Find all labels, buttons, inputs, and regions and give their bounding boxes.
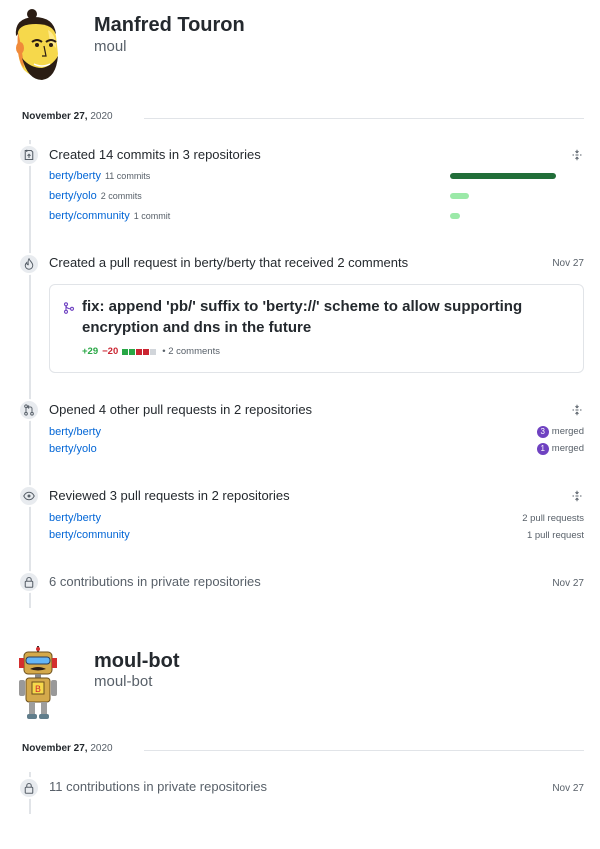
review-repo-link[interactable]: berty/berty — [49, 512, 101, 524]
review-count: 1 pull request — [526, 530, 584, 541]
timeline-rail — [29, 140, 31, 608]
date-label: November 27, 2020 — [22, 111, 113, 122]
diffstat-square — [136, 348, 143, 355]
git-pull-request-icon — [18, 399, 40, 421]
repo-name[interactable]: berty/berty — [49, 170, 101, 182]
user-login[interactable]: moul — [94, 38, 127, 55]
pr-repo-link[interactable]: berty/berty — [49, 426, 101, 438]
merged-status: 3 merged — [536, 426, 584, 438]
commits-summary: Created 14 commits in 3 repositories — [49, 147, 261, 162]
diffstat-square — [150, 348, 157, 355]
avatar[interactable] — [10, 8, 66, 88]
eye-icon — [18, 485, 40, 507]
commit-repo-link[interactable]: berty/yolo 2 commits — [49, 190, 142, 202]
private-contributions: 6 contributions in private repositories — [49, 574, 261, 589]
commit-count[interactable]: 1 commit — [134, 211, 171, 221]
commit-bar — [450, 213, 460, 219]
commit-repo-link[interactable]: berty/community 1 commit — [49, 210, 170, 222]
diffstat-square — [129, 348, 136, 355]
diffstat-square — [122, 348, 129, 355]
deletions-count: −20 — [102, 346, 119, 357]
fold-icon[interactable] — [571, 489, 583, 502]
diffstat — [122, 348, 157, 355]
date-label: November 27, 2020 — [22, 743, 113, 754]
repo-name[interactable]: berty/yolo — [49, 190, 97, 202]
additions-count: +29 — [82, 346, 99, 357]
review-count: 2 pull requests — [522, 513, 584, 524]
merged-count-badge: 3 — [536, 426, 549, 438]
flame-icon — [18, 253, 40, 275]
date-divider — [144, 118, 584, 119]
commit-count[interactable]: 11 commits — [105, 171, 150, 181]
commit-bar — [450, 193, 469, 199]
event-date: Nov 27 — [552, 578, 584, 589]
repo-push-icon — [18, 144, 40, 166]
commit-repo-link[interactable]: berty/berty 11 commits — [49, 170, 150, 182]
reviewed-summary: Reviewed 3 pull requests in 2 repositori… — [49, 488, 290, 503]
merged-label: merged — [551, 443, 584, 454]
fold-icon[interactable] — [571, 403, 583, 416]
git-merge-icon — [63, 301, 75, 314]
pull-request-meta: +29 −20 • 2 comments — [82, 346, 220, 357]
user-login[interactable]: moul-bot — [94, 673, 152, 690]
date-header: November 27, 2020 — [22, 111, 584, 127]
svg-text:B: B — [35, 685, 41, 695]
commit-bar — [450, 173, 556, 179]
pr-created-summary: Created a pull request in berty/berty th… — [49, 255, 409, 270]
user-display-name[interactable]: moul-bot — [94, 650, 180, 673]
date-year: 2020 — [90, 743, 113, 754]
merged-label: merged — [551, 426, 584, 437]
pull-request-card: fix: append 'pb/' suffix to 'berty://' s… — [49, 284, 584, 373]
date-year: 2020 — [90, 111, 113, 122]
repo-name[interactable]: berty/community — [49, 210, 130, 222]
date-divider — [144, 750, 584, 751]
user-profile-header: Manfred Touron moul — [0, 0, 600, 90]
pr-repo-link[interactable]: berty/yolo — [49, 443, 97, 455]
avatar[interactable]: B — [14, 646, 62, 720]
merged-status: 1 merged — [536, 443, 584, 455]
date-day: November 27, — [22, 111, 88, 122]
user-profile-header: B moul-bot moul-bot — [0, 640, 600, 730]
fold-icon[interactable] — [571, 148, 583, 161]
event-date: Nov 27 — [552, 258, 584, 269]
lock-icon — [18, 777, 40, 799]
date-header: November 27, 2020 — [22, 743, 584, 759]
pull-request-title[interactable]: fix: append 'pb/' suffix to 'berty://' s… — [82, 296, 572, 338]
lock-icon — [18, 571, 40, 593]
event-date: Nov 27 — [552, 783, 584, 794]
review-repo-link[interactable]: berty/community — [49, 529, 130, 541]
comments-count[interactable]: • 2 comments — [162, 346, 220, 357]
private-contributions: 11 contributions in private repositories — [49, 779, 267, 794]
user-display-name[interactable]: Manfred Touron — [94, 14, 245, 37]
diffstat-square — [143, 348, 150, 355]
commit-count[interactable]: 2 commits — [101, 191, 142, 201]
merged-count-badge: 1 — [536, 443, 549, 455]
prs-opened-summary: Opened 4 other pull requests in 2 reposi… — [49, 402, 313, 417]
date-day: November 27, — [22, 743, 88, 754]
